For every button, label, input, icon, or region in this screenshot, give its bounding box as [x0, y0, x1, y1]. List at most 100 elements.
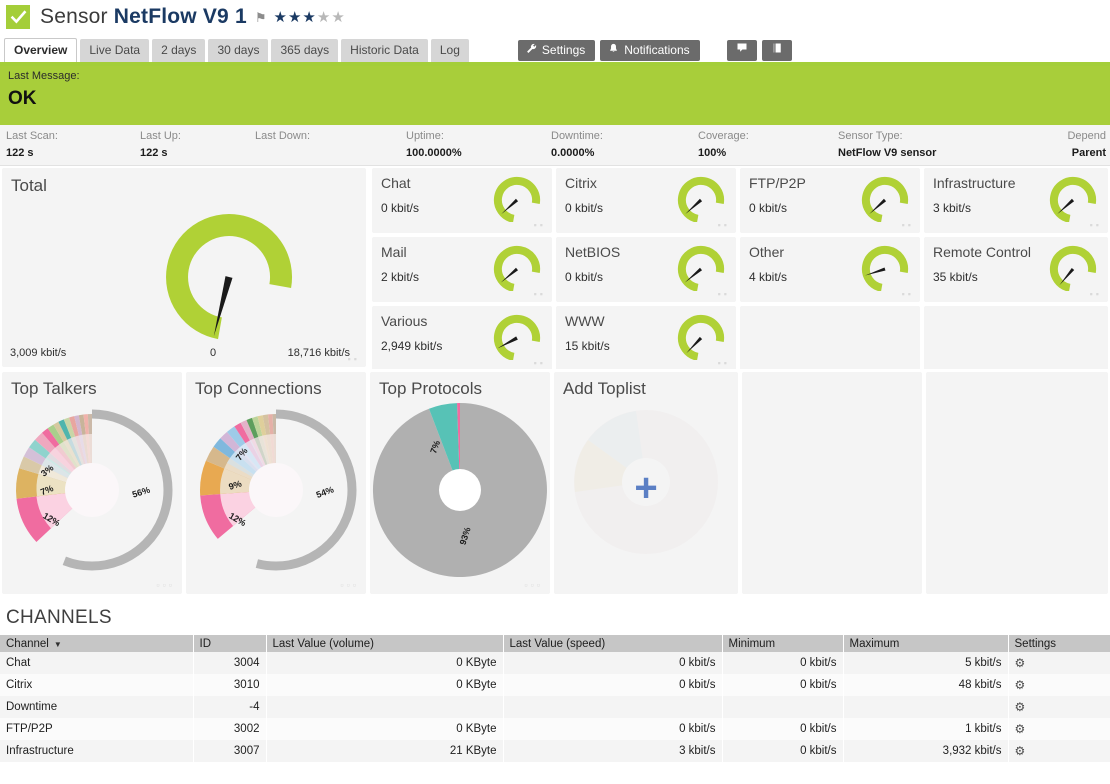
cell-speed: 0 kbit/s	[503, 718, 723, 740]
tab-bar: Overview Live Data 2 days 30 days 365 da…	[0, 38, 1110, 66]
tab-365-days[interactable]: 365 days	[271, 39, 339, 62]
gear-icon[interactable]: ⚙	[1015, 700, 1026, 714]
gear-icon[interactable]: ⚙	[1015, 656, 1026, 670]
table-row[interactable]: Chat 3004 0 KByte 0 kbit/s 0 kbit/s 5 kb…	[0, 652, 1110, 674]
comments-button[interactable]	[726, 40, 757, 61]
cell-settings[interactable]: ⚙	[1008, 696, 1110, 718]
gear-icon[interactable]: ⚙	[1015, 722, 1026, 736]
gauge-citrix-value: 0 kbit/s	[565, 201, 604, 215]
info-last-up-label: Last Up:	[140, 130, 181, 142]
gauge-netbios-value: 0 kbit/s	[565, 270, 604, 284]
toplist-tile-top-connections[interactable]: Top Connections 7% 9% 12% 54% ▫▫▫	[186, 372, 366, 594]
cell-id: -4	[193, 696, 267, 718]
gauge-tile-ftp-p2p[interactable]: FTP/P2P 0 kbit/s ▪▪	[740, 168, 920, 233]
gauge-remote-control-tile-icons[interactable]: ▪▪	[1090, 289, 1102, 299]
last-message-label: Last Message:	[8, 70, 80, 82]
gauge-tile-mail[interactable]: Mail 2 kbit/s ▪▪	[372, 237, 552, 302]
gauge-tile-www[interactable]: WWW 15 kbit/s ▪▪	[556, 306, 736, 371]
add-toplist-plus-icon[interactable]: +	[634, 468, 657, 508]
gauge-total-max: 18,716 kbit/s	[287, 347, 350, 359]
cell-minimum: 0 kbit/s	[722, 674, 844, 696]
cell-id: 3007	[193, 740, 267, 762]
toplist-tile-top-protocols[interactable]: Top Protocols 7% 93% ▫▫▫	[370, 372, 550, 594]
toplist-tile-top-talkers[interactable]: Top Talkers 3% 7% 12% 56% ▫▫▫	[2, 372, 182, 594]
table-row[interactable]: Infrastructure 3007 21 KByte 3 kbit/s 0 …	[0, 740, 1110, 762]
toplist-top-connections-chart: 7% 9% 12% 54%	[186, 398, 366, 583]
col-header-last-value-speed[interactable]: Last Value (speed)	[503, 635, 723, 652]
col-header-maximum[interactable]: Maximum	[843, 635, 1009, 652]
gauge-netbios-tile-icons[interactable]: ▪▪	[718, 289, 730, 299]
sort-desc-icon[interactable]: ▼	[54, 640, 62, 649]
gauge-mail-title: Mail	[381, 244, 407, 260]
tab-live-data[interactable]: Live Data	[80, 39, 150, 62]
col-header-id[interactable]: ID	[193, 635, 267, 652]
gauge-infrastructure-tile-icons[interactable]: ▪▪	[1090, 220, 1102, 230]
star-1-icon[interactable]: ★	[274, 9, 288, 26]
gauge-other-title: Other	[749, 244, 785, 260]
table-row[interactable]: FTP/P2P 3002 0 KByte 0 kbit/s 0 kbit/s 1…	[0, 718, 1110, 740]
gauge-tile-total[interactable]: Total 3,009 kbit/s 0 18,716 kbit/s ▪▪	[2, 168, 366, 367]
star-2-icon[interactable]: ★	[288, 9, 302, 26]
info-sensor-type-value: NetFlow V9 sensor	[838, 147, 937, 159]
cell-settings[interactable]: ⚙	[1008, 740, 1110, 762]
priority-stars[interactable]: ★★★★★	[274, 10, 346, 25]
gauge-citrix-dial	[674, 172, 728, 225]
table-row[interactable]: Citrix 3010 0 KByte 0 kbit/s 0 kbit/s 48…	[0, 674, 1110, 696]
info-coverage-value: 100%	[698, 147, 727, 159]
cell-speed: 0 kbit/s	[503, 674, 723, 696]
gauge-various-tile-icons[interactable]: ▪▪	[534, 358, 546, 368]
toplist-tile-add[interactable]: Add Toplist +	[554, 372, 738, 594]
col-header-channel[interactable]: Channel ▼	[0, 635, 194, 652]
tab-30-days[interactable]: 30 days	[208, 39, 269, 62]
history-button[interactable]	[761, 40, 792, 61]
gauge-tile-chat[interactable]: Chat 0 kbit/s ▪▪	[372, 168, 552, 233]
gauge-www-tile-icons[interactable]: ▪▪	[718, 358, 730, 368]
gear-icon[interactable]: ⚙	[1015, 678, 1026, 692]
star-4-icon[interactable]: ★	[317, 9, 331, 26]
gauge-tile-citrix[interactable]: Citrix 0 kbit/s ▪▪	[556, 168, 736, 233]
toplist-tile-empty-2	[926, 372, 1108, 594]
toplist-top-connections-icons[interactable]: ▫▫▫	[340, 580, 359, 590]
history-icon	[771, 40, 783, 61]
tab-2-days[interactable]: 2 days	[152, 39, 206, 62]
col-header-settings[interactable]: Settings	[1008, 635, 1110, 652]
toplist-top-talkers-icons[interactable]: ▫▫▫	[156, 580, 175, 590]
gauge-other-value: 4 kbit/s	[749, 270, 788, 284]
star-3-icon[interactable]: ★	[302, 9, 316, 26]
gauge-netbios-dial	[674, 241, 728, 294]
cell-settings[interactable]: ⚙	[1008, 652, 1110, 674]
flag-icon[interactable]: ⚑	[255, 11, 267, 24]
cell-settings[interactable]: ⚙	[1008, 674, 1110, 696]
gauge-citrix-tile-icons[interactable]: ▪▪	[718, 220, 730, 230]
gauge-other-tile-icons[interactable]: ▪▪	[902, 289, 914, 299]
gauge-total-tile-icons[interactable]: ▪▪	[348, 354, 360, 364]
tab-overview[interactable]: Overview	[4, 38, 78, 62]
star-5-icon[interactable]: ★	[331, 9, 345, 26]
toplist-top-protocols-icons[interactable]: ▫▫▫	[524, 580, 543, 590]
settings-button[interactable]: Settings	[517, 40, 596, 61]
notifications-button[interactable]: Notifications	[600, 40, 700, 61]
gauge-mail-dial	[490, 241, 544, 294]
gauge-chat-tile-icons[interactable]: ▪▪	[534, 220, 546, 230]
gauge-www-title: WWW	[565, 313, 605, 329]
cell-settings[interactable]: ⚙	[1008, 718, 1110, 740]
cell-maximum: 1 kbit/s	[843, 718, 1009, 740]
toplist-top-protocols-chart: 7% 93%	[370, 398, 550, 583]
cell-id: 3002	[193, 718, 267, 740]
table-row[interactable]: Downtime -4 ⚙	[0, 696, 1110, 718]
tab-historic-data[interactable]: Historic Data	[341, 39, 428, 62]
gauge-tile-other[interactable]: Other 4 kbit/s ▪▪	[740, 237, 920, 302]
gauge-mail-tile-icons[interactable]: ▪▪	[534, 289, 546, 299]
tab-log[interactable]: Log	[430, 39, 469, 62]
gauge-tile-netbios[interactable]: NetBIOS 0 kbit/s ▪▪	[556, 237, 736, 302]
gauge-tile-various[interactable]: Various 2,949 kbit/s ▪▪	[372, 306, 552, 371]
gauge-tile-infrastructure[interactable]: Infrastructure 3 kbit/s ▪▪	[924, 168, 1108, 233]
gauge-remote-control-title: Remote Control	[933, 244, 1032, 260]
gauge-tile-remote-control[interactable]: Remote Control 35 kbit/s ▪▪	[924, 237, 1108, 302]
cell-maximum: 48 kbit/s	[843, 674, 1009, 696]
cell-maximum	[843, 696, 1009, 718]
col-header-minimum[interactable]: Minimum	[722, 635, 844, 652]
gauge-ftp-p2p-tile-icons[interactable]: ▪▪	[902, 220, 914, 230]
gear-icon[interactable]: ⚙	[1015, 744, 1026, 758]
col-header-last-value-volume[interactable]: Last Value (volume)	[266, 635, 504, 652]
